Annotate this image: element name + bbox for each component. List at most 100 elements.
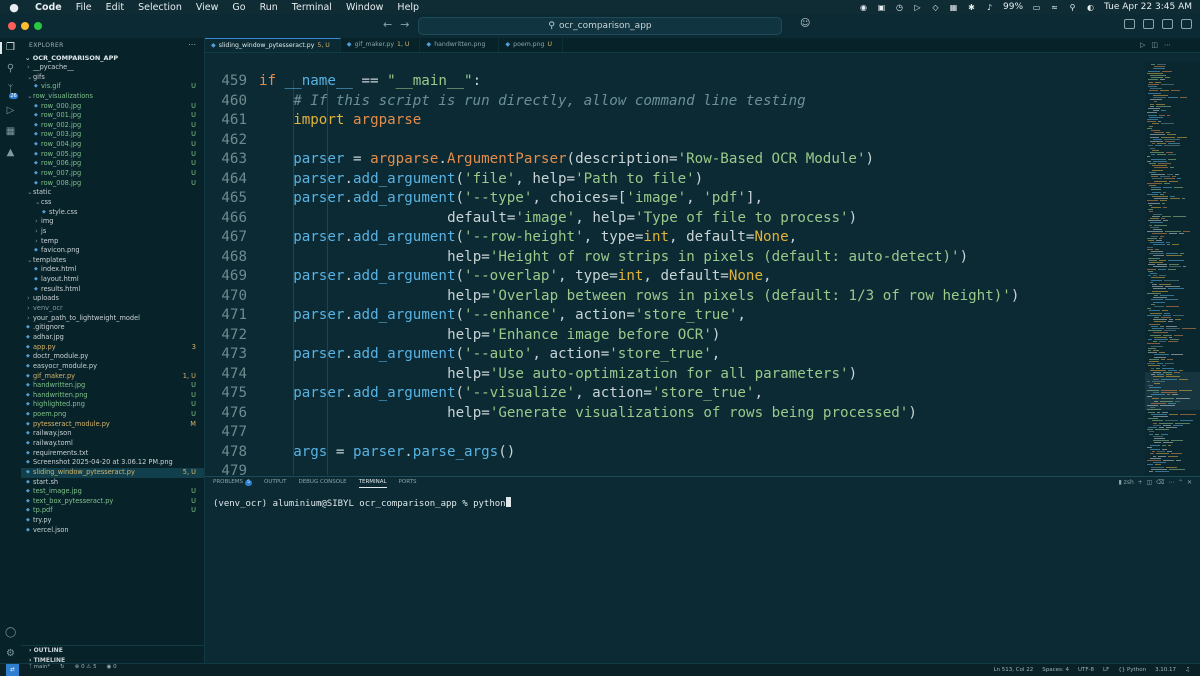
grid-icon[interactable]: ▦: [949, 3, 958, 12]
extensions-icon[interactable]: ▦: [5, 126, 16, 137]
menu-help[interactable]: Help: [390, 2, 426, 13]
remote-indicator-icon[interactable]: ⇄: [6, 664, 19, 676]
toggle-secondary-sidebar-icon[interactable]: [1162, 19, 1173, 29]
more-actions-icon[interactable]: ⋯: [1168, 479, 1176, 486]
tree-folder[interactable]: › your_path_to_lightweight_model: [21, 314, 204, 324]
battery-icon[interactable]: ▭: [1032, 3, 1041, 12]
minimap[interactable]: [1145, 62, 1200, 476]
tree-file[interactable]: ◆ doctr_module.py: [21, 352, 204, 362]
zoom-window-button[interactable]: [34, 22, 42, 30]
editor-tab[interactable]: ◆ poem.png U: [499, 38, 563, 52]
notifications-bell-icon[interactable]: ♫: [1185, 667, 1190, 673]
tree-folder[interactable]: › __pycache__: [21, 63, 204, 73]
search-icon[interactable]: ⚲: [1068, 3, 1077, 12]
tab-terminal[interactable]: TERMINAL: [358, 479, 387, 488]
account-icon[interactable]: ◯: [5, 627, 16, 638]
tree-file[interactable]: ◆ style.css: [21, 208, 204, 218]
branch-indicator[interactable]: ᛉ main*: [29, 664, 51, 676]
explorer-icon[interactable]: ❒: [5, 42, 16, 53]
language-mode[interactable]: {} Python: [1118, 667, 1146, 673]
maximize-panel-icon[interactable]: ⌃: [1178, 479, 1185, 486]
tree-file[interactable]: ◆ poem.png U: [21, 410, 204, 420]
tree-file[interactable]: ◆ text_box_pytesseract.py U: [21, 497, 204, 507]
tree-file[interactable]: ◆ easyocr_module.py: [21, 362, 204, 372]
tree-file[interactable]: ◆ row_003.jpg U: [21, 130, 204, 140]
search-icon[interactable]: ⚲: [5, 63, 16, 74]
menu-code[interactable]: Code: [28, 2, 69, 13]
tree-file[interactable]: ◆ row_001.jpg U: [21, 111, 204, 121]
tree-file[interactable]: ◆ row_008.jpg U: [21, 179, 204, 189]
menu-file[interactable]: File: [69, 2, 99, 13]
bluetooth-icon[interactable]: ✱: [967, 3, 976, 12]
tree-file[interactable]: ◆ Screenshot 2025-04-20 at 3.06.12 PM.png: [21, 458, 204, 468]
menu-selection[interactable]: Selection: [131, 2, 189, 13]
trash-icon[interactable]: ⌫: [1156, 479, 1166, 486]
toggle-panel-icon[interactable]: [1143, 19, 1154, 29]
tree-file[interactable]: ◆ tp.pdf U: [21, 506, 204, 516]
outline-section[interactable]: › OUTLINE: [21, 646, 204, 656]
terminal-output[interactable]: (venv_ocr) aluminium@SIBYL ocr_compariso…: [213, 497, 511, 509]
run-file-icon[interactable]: ▷: [1140, 41, 1151, 49]
tree-file[interactable]: ◆ railway.toml: [21, 439, 204, 449]
menu-edit[interactable]: Edit: [99, 2, 131, 13]
back-arrow-icon[interactable]: ←: [383, 18, 400, 31]
tree-file[interactable]: ◆ vercel.json: [21, 526, 204, 536]
menu-terminal[interactable]: Terminal: [285, 2, 339, 13]
indentation[interactable]: Spaces: 4: [1042, 667, 1069, 673]
tree-file[interactable]: ◆ highlighted.png U: [21, 400, 204, 410]
python-version[interactable]: 3.10.17: [1155, 667, 1176, 673]
tree-file[interactable]: ◆ vis.gif U: [21, 82, 204, 92]
tree-file[interactable]: ◆ results.html: [21, 285, 204, 295]
tree-file[interactable]: ◆ pytesseract_module.py M: [21, 420, 204, 430]
end-of-line[interactable]: LF: [1103, 667, 1109, 673]
close-panel-icon[interactable]: ✕: [1187, 479, 1192, 486]
apple-menu-icon[interactable]: ●: [0, 1, 28, 14]
record-icon[interactable]: ◉: [859, 3, 868, 12]
workspace-root[interactable]: ⌄ OCR_COMPARISON_APP: [25, 54, 118, 62]
tree-file[interactable]: ◆ row_000.jpg U: [21, 102, 204, 112]
tree-file[interactable]: ◆ row_004.jpg U: [21, 140, 204, 150]
cursor-position[interactable]: Ln 513, Col 22: [993, 667, 1033, 673]
tree-file[interactable]: ◆ test_image.jpg U: [21, 487, 204, 497]
dropbox-icon[interactable]: ◇: [931, 3, 940, 12]
tree-file[interactable]: ◆ layout.html: [21, 275, 204, 285]
tree-folder[interactable]: › uploads: [21, 294, 204, 304]
tree-file[interactable]: ◆ row_005.jpg U: [21, 150, 204, 160]
tree-folder[interactable]: ⌄ row_visualizations: [21, 92, 204, 102]
tree-file[interactable]: ◆ handwritten.png U: [21, 391, 204, 401]
terminal-icon[interactable]: ▮: [1118, 479, 1121, 486]
toggle-sidebar-icon[interactable]: [1124, 19, 1135, 29]
menu-view[interactable]: View: [189, 2, 226, 13]
menu-window[interactable]: Window: [339, 2, 390, 13]
wifi-icon[interactable]: ≈: [1050, 3, 1059, 12]
settings-gear-icon[interactable]: ⚙: [5, 648, 16, 659]
problems-indicator[interactable]: ⊗ 0 ⚠ 5: [75, 664, 97, 676]
close-window-button[interactable]: [8, 22, 16, 30]
menu-go[interactable]: Go: [225, 2, 252, 13]
tree-file[interactable]: ◆ railway.json: [21, 429, 204, 439]
tree-folder[interactable]: ⌄ css: [21, 198, 204, 208]
editor-tab[interactable]: ◆ gif_maker.py 1, U: [341, 38, 421, 52]
tab-debug-console[interactable]: DEBUG CONSOLE: [298, 479, 346, 488]
tree-file[interactable]: ◆ .gitignore: [21, 323, 204, 333]
tree-file[interactable]: ◆ app.py 3: [21, 343, 204, 353]
tree-file[interactable]: ◆ handwritten.jpg U: [21, 381, 204, 391]
tree-file[interactable]: ◆ start.sh: [21, 478, 204, 488]
lock-icon[interactable]: ▣: [877, 3, 886, 12]
tab-problems[interactable]: PROBLEMS 5: [213, 479, 253, 488]
editor-tab[interactable]: ◆ sliding_window_pytesseract.py 5, U: [205, 38, 341, 52]
sync-icon[interactable]: ↻: [60, 664, 65, 676]
tree-file[interactable]: ◆ index.html: [21, 265, 204, 275]
tree-file[interactable]: ◆ gif_maker.py 1, U: [21, 372, 204, 382]
tree-folder[interactable]: ⌄ gifs: [21, 73, 204, 83]
minimize-window-button[interactable]: [21, 22, 29, 30]
tree-folder[interactable]: › img: [21, 217, 204, 227]
tab-output[interactable]: OUTPUT: [264, 479, 286, 488]
tree-file[interactable]: ◆ row_002.jpg U: [21, 121, 204, 131]
tree-file[interactable]: ◆ row_007.jpg U: [21, 169, 204, 179]
ports-indicator[interactable]: ◉ 0: [107, 664, 117, 676]
split-editor-icon[interactable]: ◫: [1151, 41, 1164, 49]
code-editor[interactable]: 459 if __name__ == "__main__": 460 # If thi…: [205, 62, 1145, 476]
tree-folder[interactable]: › temp: [21, 237, 204, 247]
tree-folder[interactable]: › venv_ocr: [21, 304, 204, 314]
